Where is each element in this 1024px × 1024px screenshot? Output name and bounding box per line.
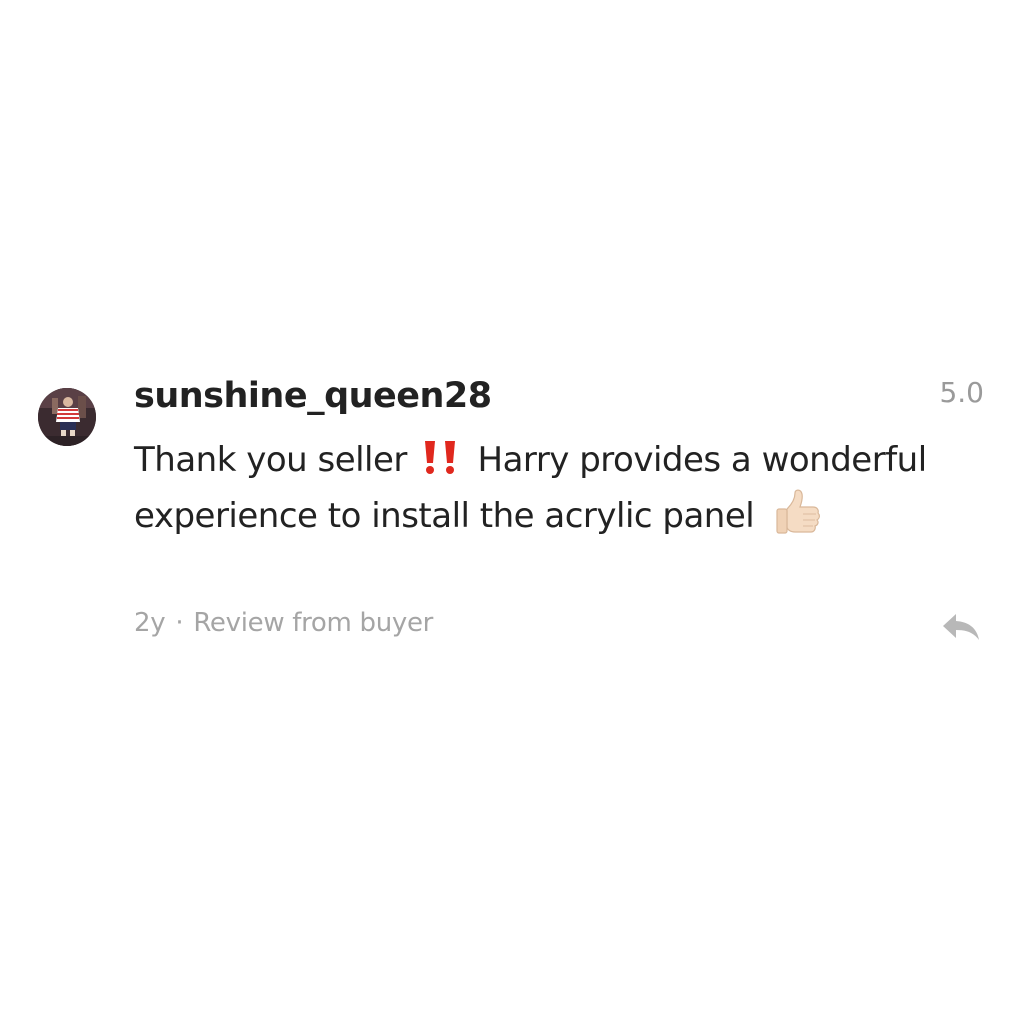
avatar[interactable]: [38, 388, 96, 446]
thumbs-up-icon: [775, 489, 820, 534]
reply-button[interactable]: [940, 608, 982, 644]
review-age: 2y: [134, 608, 166, 638]
meta-separator: ·: [175, 608, 184, 638]
rating-value: 5.0: [939, 376, 984, 409]
double-exclamation-icon: [425, 441, 456, 474]
avatar-image: [38, 388, 96, 446]
review-text-part1: Thank you seller: [134, 440, 407, 480]
review-text: Thank you seller Harry provides a wonder…: [134, 433, 934, 543]
review-card: sunshine_queen28 5.0 Thank you seller Ha…: [0, 0, 1024, 1024]
review-source: Review from buyer: [193, 608, 434, 638]
reply-icon: [943, 614, 979, 640]
reviewer-username[interactable]: sunshine_queen28: [134, 376, 492, 416]
review-meta: 2y · Review from buyer: [134, 608, 433, 638]
